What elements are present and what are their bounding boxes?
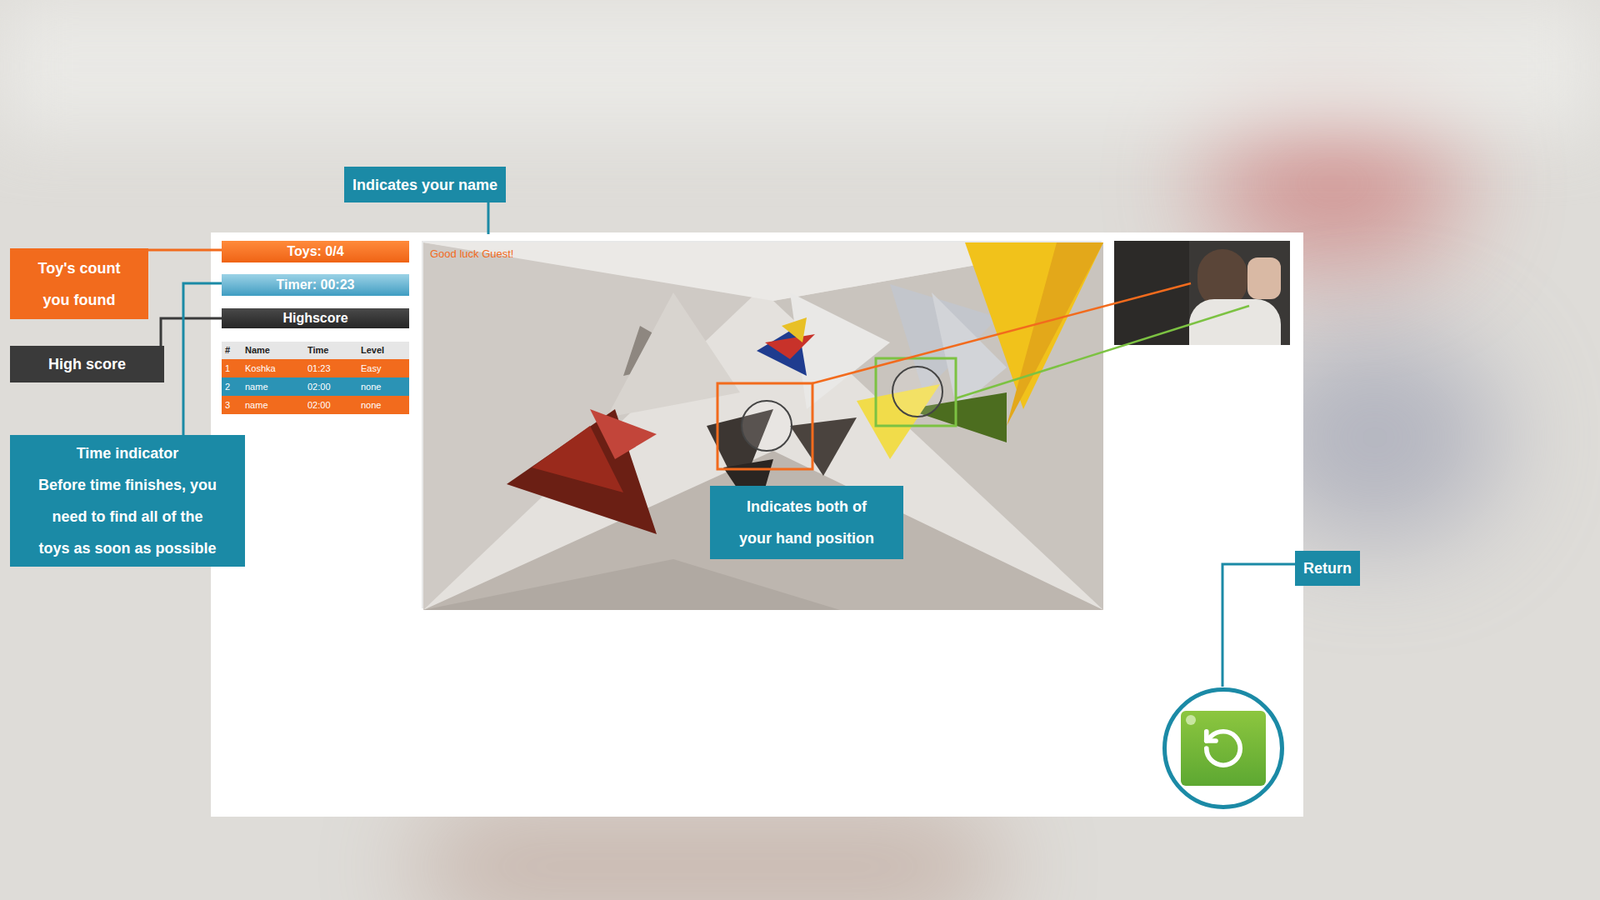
tutorial-screen: Toys: 0/4 Timer: 00:23 Highscore #NameTimeL… bbox=[0, 0, 1600, 900]
annotation-label: Return bbox=[1295, 550, 1360, 586]
annotation-label: Toy's countyou found bbox=[10, 248, 149, 320]
annotation-text: toys as soon as possible bbox=[38, 532, 216, 565]
highscore-title: Highscore bbox=[221, 308, 410, 329]
annotation-text: Before time finishes, you bbox=[38, 469, 217, 501]
return-button[interactable] bbox=[1180, 710, 1266, 786]
annotation-text: you found bbox=[43, 284, 116, 316]
right-hand-cursor bbox=[892, 366, 943, 417]
highscore-cell: 1 bbox=[225, 361, 245, 376]
annotation-text: Indicates both of bbox=[746, 490, 867, 523]
annotation-label: Indicates both ofyour hand position bbox=[710, 485, 904, 560]
highscore-cell: 01:23 bbox=[307, 361, 361, 376]
left-hand-cursor bbox=[741, 400, 792, 451]
highscore-cell: 2 bbox=[225, 380, 245, 395]
highscore-table: #NameTimeLevel1Koshka01:23Easy2name02:00… bbox=[221, 341, 410, 415]
webcam-view bbox=[1114, 240, 1290, 345]
highscore-cell: 02:00 bbox=[307, 398, 361, 413]
highscore-cell: name bbox=[245, 380, 308, 395]
connector-line bbox=[160, 318, 222, 346]
connector-line bbox=[1222, 564, 1295, 687]
annotation-text: your hand position bbox=[739, 522, 875, 555]
annotation-label: Indicates your name bbox=[344, 166, 506, 203]
player-greeting: Good luck Guest! bbox=[430, 245, 514, 263]
left-hand-connector bbox=[812, 283, 1191, 384]
right-hand-connector bbox=[955, 305, 1250, 399]
annotation-text: Indicates your name bbox=[352, 169, 498, 201]
highscore-row: 1Koshka01:23Easy bbox=[221, 359, 410, 378]
column-header: Level bbox=[360, 343, 406, 358]
highscore-row: 3name02:00none bbox=[221, 395, 410, 415]
highscore-cell: 02:00 bbox=[307, 380, 361, 395]
annotation-text: Time indicator bbox=[76, 437, 180, 470]
column-header: # bbox=[225, 343, 245, 358]
right-hand-marker bbox=[875, 358, 956, 426]
annotation-text: Toy's count bbox=[38, 252, 121, 285]
highscore-cell: Easy bbox=[360, 361, 406, 376]
annotation-label: High score bbox=[10, 345, 165, 383]
column-header: Time bbox=[307, 343, 361, 358]
toys-counter: Toys: 0/4 bbox=[221, 240, 410, 263]
annotation-label: Time indicatorBefore time finishes, youn… bbox=[10, 435, 245, 567]
side-panel: Toys: 0/4 Timer: 00:23 Highscore #NameTimeL… bbox=[221, 240, 410, 817]
highscore-cell: Koshka bbox=[245, 361, 308, 376]
annotation-text: Return bbox=[1303, 552, 1352, 585]
highscore-header: #NameTimeLevel bbox=[221, 341, 410, 360]
highscore-cell: 3 bbox=[225, 398, 245, 413]
column-header: Name bbox=[245, 343, 308, 358]
timer: Timer: 00:23 bbox=[221, 274, 410, 296]
return-button-highlight bbox=[1162, 687, 1285, 810]
connector-line bbox=[487, 202, 490, 235]
connector-line bbox=[183, 283, 222, 435]
highscore-cell: name bbox=[245, 398, 308, 413]
annotation-text: need to find all of the bbox=[52, 500, 204, 533]
return-icon bbox=[1200, 725, 1246, 771]
left-hand-marker bbox=[717, 383, 813, 470]
highscore-row: 2name02:00none bbox=[221, 377, 410, 396]
connector-line bbox=[148, 249, 222, 252]
highscore-cell: none bbox=[360, 380, 406, 395]
annotation-text: High score bbox=[48, 348, 126, 380]
highscore-cell: none bbox=[360, 398, 406, 413]
